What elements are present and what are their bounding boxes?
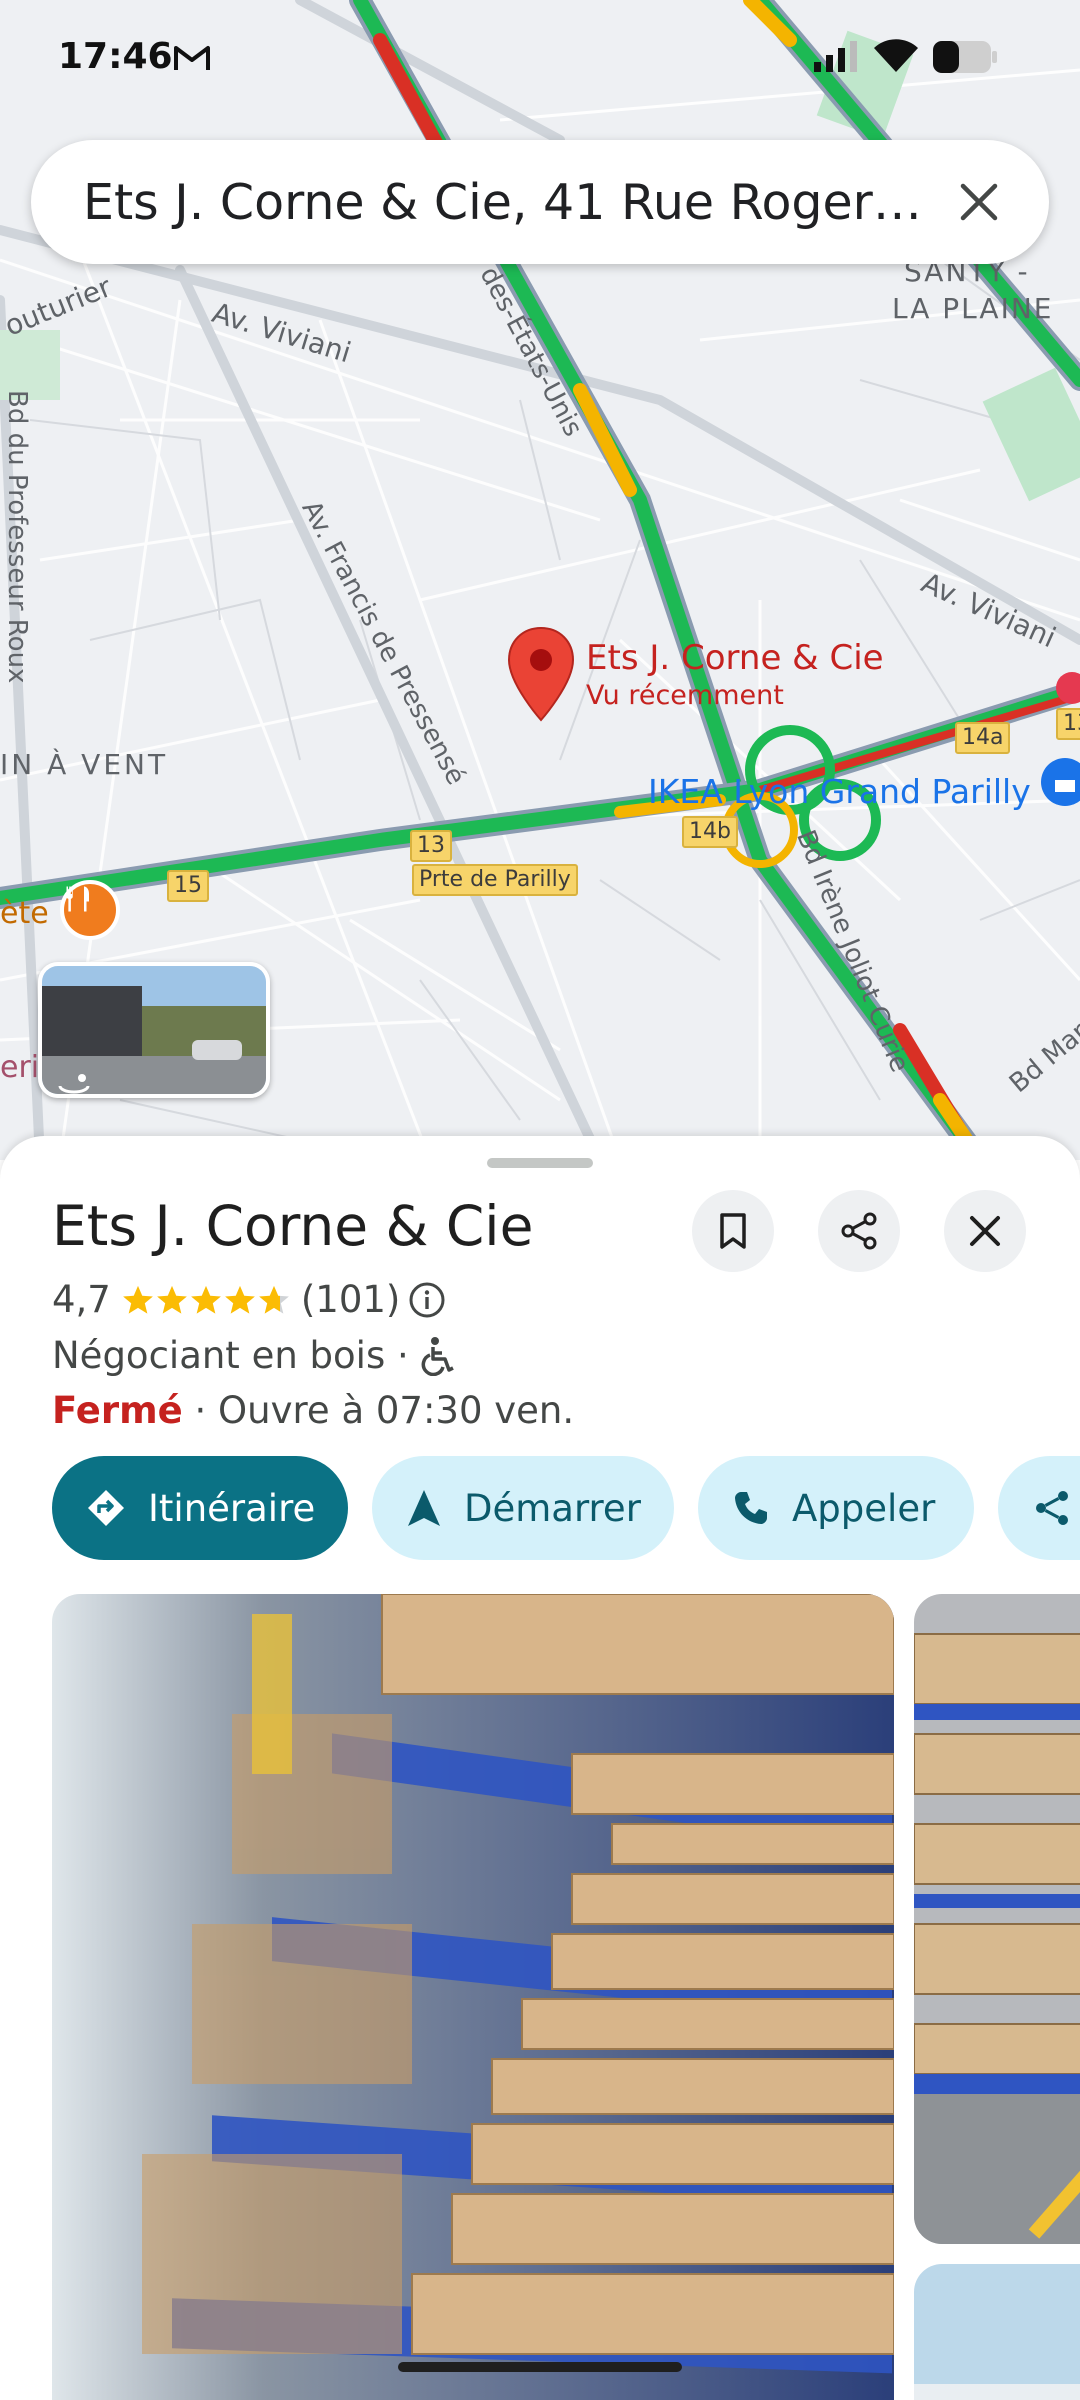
share-icon xyxy=(1032,1488,1072,1528)
photo-warehouse-racks[interactable] xyxy=(914,1594,1080,2244)
road-tag-prte-parilly: Prte de Parilly xyxy=(412,864,578,896)
place-bottom-sheet[interactable]: Ets J. Corne & Cie 4,7 (101) Négociant e… xyxy=(0,1136,1080,2400)
rating-stars xyxy=(121,1283,291,1317)
action-chips: Itinéraire Démarrer Appeler xyxy=(52,1456,1080,1560)
battery-icon xyxy=(932,40,998,79)
hours-row[interactable]: Fermé · Ouvre à 07:30 ven. xyxy=(52,1389,574,1432)
directions-button[interactable]: Itinéraire xyxy=(52,1456,348,1560)
streetview-thumbnail[interactable] xyxy=(38,962,270,1098)
home-indicator[interactable] xyxy=(398,2362,682,2372)
review-count[interactable]: (101) xyxy=(301,1278,401,1321)
category-label: Négociant en bois · xyxy=(52,1334,409,1377)
map-place-name[interactable]: Ets J. Corne & Cie xyxy=(586,638,884,678)
map-label-plaine: LA PLAINE xyxy=(892,292,1054,325)
search-close-button[interactable] xyxy=(949,172,1009,232)
wifi-icon xyxy=(872,38,920,79)
directions-label: Itinéraire xyxy=(148,1486,316,1530)
close-icon xyxy=(970,1216,1000,1246)
place-title: Ets J. Corne & Cie xyxy=(52,1194,534,1258)
warehouse-photo xyxy=(914,1594,1080,2244)
streetview-image xyxy=(42,966,266,1094)
rating-row[interactable]: 4,7 (101) xyxy=(52,1278,446,1321)
bookmark-icon xyxy=(720,1213,746,1249)
directions-icon xyxy=(86,1488,126,1528)
rating-value: 4,7 xyxy=(52,1278,111,1321)
map-label-ikea[interactable]: IKEA Lyon Grand Parilly xyxy=(648,772,1031,811)
lumber-photo xyxy=(52,1594,894,2400)
search-bar[interactable]: Ets J. Corne & Cie, 41 Rue Roger S... xyxy=(31,140,1049,264)
road-tag-13-left: 13 xyxy=(410,830,452,862)
map-label-professeur-roux: Bd du Professeur Roux xyxy=(2,390,32,684)
road-tag-14b: 14b xyxy=(682,816,738,848)
status-closed: Fermé xyxy=(52,1389,183,1432)
cell-signal-icon xyxy=(812,40,860,79)
share-button[interactable] xyxy=(818,1190,900,1272)
status-time: 17:46 xyxy=(58,36,173,77)
map-pin-icon xyxy=(507,626,575,722)
fork-knife-icon xyxy=(66,886,89,912)
map-label-fete: ète xyxy=(0,896,49,931)
status-bar: 17:46 xyxy=(0,0,1080,118)
star-icon xyxy=(156,1285,187,1314)
call-button[interactable]: Appeler xyxy=(698,1456,974,1560)
wheelchair-accessible-icon xyxy=(421,1336,457,1376)
start-label: Démarrer xyxy=(464,1486,641,1530)
star-icon xyxy=(258,1285,289,1314)
share-chip-button[interactable] xyxy=(998,1456,1080,1560)
star-icon xyxy=(122,1285,153,1314)
sky-photo xyxy=(914,2264,1080,2400)
call-label: Appeler xyxy=(792,1486,936,1530)
restaurant-pin[interactable] xyxy=(60,880,120,940)
navigation-arrow-icon xyxy=(406,1488,442,1528)
road-tag-15: 15 xyxy=(167,870,209,902)
start-navigation-button[interactable]: Démarrer xyxy=(372,1456,674,1560)
star-icon xyxy=(224,1285,255,1314)
road-tag-13-right: 13 xyxy=(1056,708,1080,740)
map-place-sub: Vu récemment xyxy=(586,680,784,711)
share-icon xyxy=(841,1212,877,1250)
photo-sky[interactable] xyxy=(914,2264,1080,2400)
photo-lumber-stacks[interactable] xyxy=(52,1594,894,2400)
info-icon[interactable] xyxy=(408,1281,446,1319)
search-query[interactable]: Ets J. Corne & Cie, 41 Rue Roger S... xyxy=(83,174,923,231)
place-pin[interactable] xyxy=(506,626,576,722)
save-button[interactable] xyxy=(692,1190,774,1272)
star-icon xyxy=(190,1285,221,1314)
close-icon xyxy=(960,183,998,221)
category-row: Négociant en bois · xyxy=(52,1334,457,1377)
phone-icon xyxy=(732,1489,770,1527)
gmail-notification-icon xyxy=(172,42,212,79)
drag-handle[interactable] xyxy=(487,1158,593,1168)
close-sheet-button[interactable] xyxy=(944,1190,1026,1272)
road-tag-14a: 14a xyxy=(955,722,1011,754)
opening-hours: · Ouvre à 07:30 ven. xyxy=(182,1389,575,1432)
map-label-moulin-a-vent: IN À VENT xyxy=(0,748,169,781)
